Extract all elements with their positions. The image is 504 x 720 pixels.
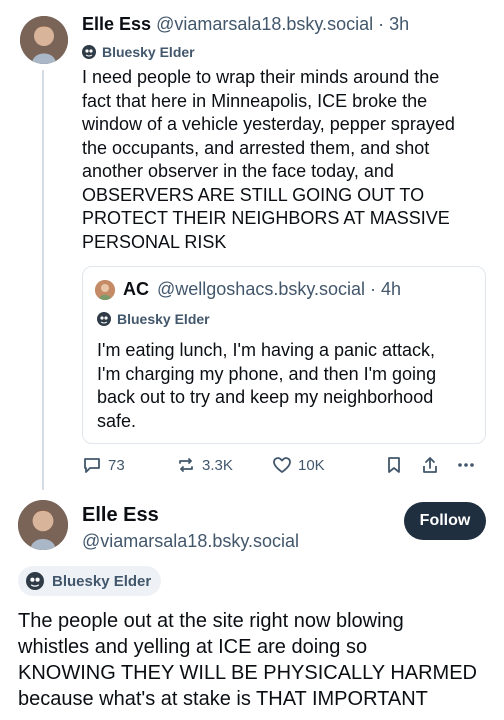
elder-badge-icon bbox=[26, 572, 44, 590]
follow-button[interactable]: Follow bbox=[404, 502, 486, 540]
avatar-image bbox=[18, 500, 68, 550]
avatar[interactable] bbox=[20, 16, 68, 64]
reply-count: 73 bbox=[108, 456, 125, 474]
badge-label: Bluesky Elder bbox=[52, 572, 152, 590]
quote-post-header: AC @wellgoshacs.bsky.social · 4h bbox=[95, 279, 401, 300]
heart-icon bbox=[273, 457, 291, 473]
badge-label: Bluesky Elder bbox=[117, 311, 210, 327]
share-icon bbox=[423, 457, 437, 473]
quote-author-name[interactable]: AC bbox=[123, 279, 149, 300]
elder-badge-icon bbox=[97, 312, 111, 326]
main-avatar[interactable] bbox=[18, 500, 68, 550]
reply-button[interactable]: 73 bbox=[82, 455, 125, 475]
quote-post-card[interactable]: AC @wellgoshacs.bsky.social · 4h Bluesky… bbox=[82, 266, 486, 444]
bookmark-icon bbox=[388, 457, 400, 473]
repost-icon bbox=[179, 458, 193, 472]
elder-badge-icon bbox=[82, 45, 96, 59]
like-count: 10K bbox=[298, 456, 325, 474]
like-button[interactable]: 10K bbox=[272, 455, 325, 475]
post-actions: 73 3.3K 10K bbox=[82, 455, 486, 477]
more-icon bbox=[458, 463, 474, 467]
main-author-name[interactable]: Elle Ess bbox=[82, 504, 159, 527]
reply-icon bbox=[84, 458, 100, 473]
quote-author-handle[interactable]: @wellgoshacs.bsky.social · 4h bbox=[157, 279, 401, 300]
bookmark-button[interactable] bbox=[384, 455, 404, 475]
more-options-button[interactable] bbox=[456, 455, 476, 475]
quote-post-text: I'm eating lunch, I'm having a panic att… bbox=[97, 340, 437, 431]
quote-avatar[interactable] bbox=[95, 279, 115, 300]
repost-count: 3.3K bbox=[202, 456, 233, 474]
elder-badge: Bluesky Elder bbox=[82, 44, 195, 60]
quote-elder-badge: Bluesky Elder bbox=[97, 311, 210, 327]
badge-label: Bluesky Elder bbox=[102, 44, 195, 60]
share-button[interactable] bbox=[420, 455, 440, 475]
parent-post-text: I need people to wrap their minds around… bbox=[82, 67, 455, 252]
repost-button[interactable]: 3.3K bbox=[176, 455, 233, 475]
main-author-handle[interactable]: @viamarsala18.bsky.social bbox=[82, 531, 299, 552]
main-post-text: The people out at the site right now blo… bbox=[18, 610, 478, 710]
author-handle[interactable]: @viamarsala18.bsky.social · 3h bbox=[156, 14, 409, 34]
author-name[interactable]: Elle Ess bbox=[82, 14, 151, 34]
main-elder-badge: Bluesky Elder bbox=[18, 566, 162, 596]
avatar-image bbox=[20, 16, 68, 64]
parent-post-header: Elle Ess @viamarsala18.bsky.social · 3h bbox=[82, 14, 409, 35]
thread-line bbox=[42, 70, 44, 490]
